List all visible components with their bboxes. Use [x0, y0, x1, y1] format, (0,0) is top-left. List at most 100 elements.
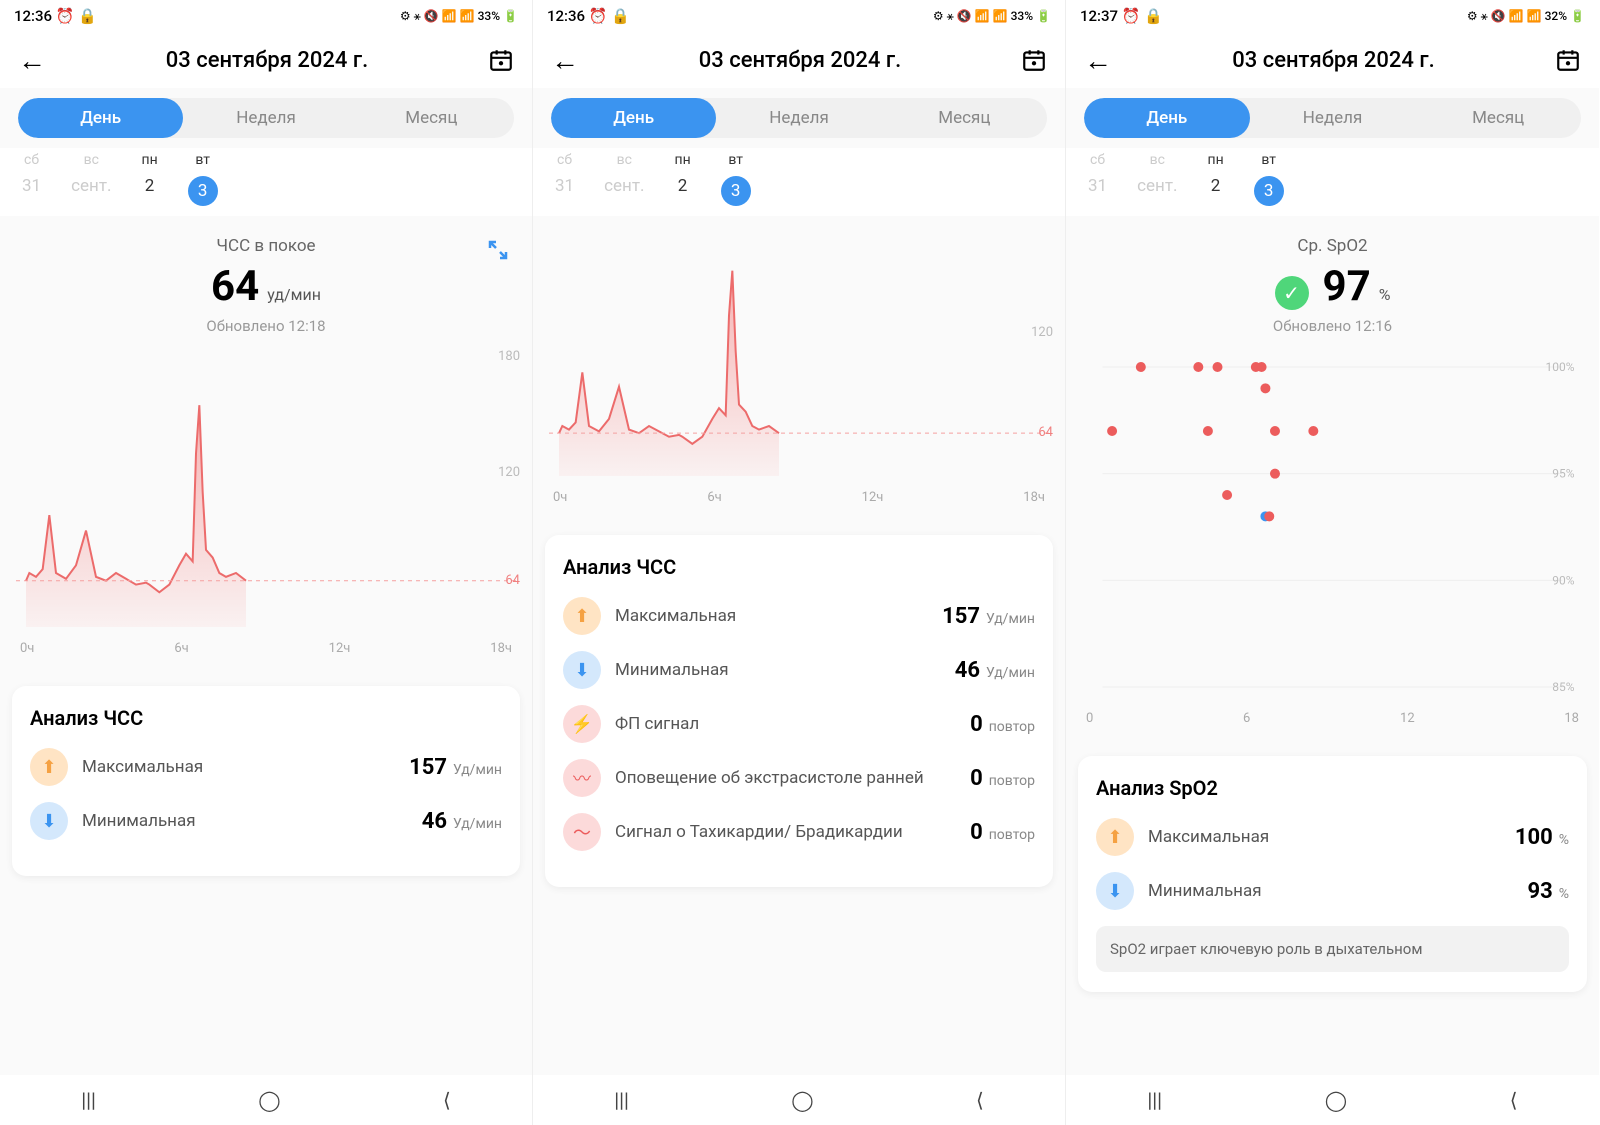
- nav-recent[interactable]: |||: [1147, 1088, 1162, 1112]
- period-tabs: ДеньНеделяМесяц: [551, 98, 1047, 138]
- min-icon: ⬇: [1096, 872, 1134, 910]
- tab-1[interactable]: Неделя: [183, 98, 348, 138]
- back-button[interactable]: ←: [1084, 44, 1112, 77]
- day-item[interactable]: вт3: [188, 152, 218, 206]
- system-navbar: ||| ◯ ⟨: [0, 1075, 532, 1125]
- max-icon: ⬆: [563, 597, 601, 635]
- row-value: 100: [1515, 825, 1553, 850]
- calendar-icon[interactable]: [1555, 47, 1581, 73]
- page-title: 03 сентября 2024 г.: [579, 48, 1021, 73]
- svg-text:95%: 95%: [1552, 467, 1574, 481]
- calendar-icon[interactable]: [1021, 47, 1047, 73]
- x-axis: 0ч6ч12ч18ч: [0, 637, 532, 668]
- y-tick-120: 120: [1031, 325, 1053, 340]
- row-label: Максимальная: [615, 606, 928, 626]
- hr-chart[interactable]: 64 120: [541, 216, 1057, 486]
- min-icon: ⬇: [30, 802, 68, 840]
- day-item[interactable]: вт3: [1254, 152, 1284, 206]
- day-item[interactable]: пн2: [674, 152, 690, 206]
- screen-2: 12:36 ⏰ 🔒 ⚙ ⚹ 🔇 📶 📶 33% 🔋 ← 03 сентября …: [533, 0, 1066, 1125]
- alert-icon: 〰: [563, 759, 601, 797]
- app-header: ← 03 сентября 2024 г.: [1066, 32, 1599, 88]
- day-item[interactable]: сб31: [22, 152, 41, 206]
- tab-0[interactable]: День: [1084, 98, 1250, 138]
- nav-back[interactable]: ⟨: [443, 1088, 451, 1112]
- y-tick-180: 180: [498, 349, 520, 364]
- day-item[interactable]: пн2: [1207, 152, 1223, 206]
- row-label: Минимальная: [1148, 881, 1513, 901]
- card-title: Анализ SpO2: [1096, 776, 1569, 800]
- summary-updated: Обновлено 12:18: [0, 317, 532, 335]
- status-icons: ⚙ ⚹ 🔇 📶 📶 33% 🔋: [400, 9, 518, 24]
- alert-icon: ⚡: [563, 705, 601, 743]
- row-label: Максимальная: [82, 757, 395, 777]
- tab-2[interactable]: Месяц: [1415, 98, 1581, 138]
- row-value: 46: [422, 809, 447, 834]
- tab-1[interactable]: Неделя: [1250, 98, 1416, 138]
- nav-back[interactable]: ⟨: [1510, 1088, 1518, 1112]
- tab-2[interactable]: Месяц: [882, 98, 1047, 138]
- status-icons: ⚙ ⚹ 🔇 📶 📶 32% 🔋: [1467, 9, 1585, 24]
- day-item[interactable]: сб31: [1088, 152, 1107, 206]
- tab-0[interactable]: День: [18, 98, 183, 138]
- nav-home[interactable]: ◯: [791, 1088, 813, 1112]
- day-picker: сб31 вссент. пн2 вт3: [533, 148, 1065, 216]
- min-icon: ⬇: [563, 651, 601, 689]
- status-time: 12:37 ⏰ 🔒: [1080, 7, 1163, 25]
- analysis-card: Анализ SpO2 ⬆ Максимальная 100% ⬇ Минима…: [1078, 756, 1587, 992]
- nav-recent[interactable]: |||: [81, 1088, 96, 1112]
- row-value: 157: [409, 755, 447, 780]
- back-button[interactable]: ←: [551, 44, 579, 77]
- nav-recent[interactable]: |||: [614, 1088, 629, 1112]
- day-item[interactable]: вт3: [721, 152, 751, 206]
- analysis-row: ⚡ ФП сигнал 0повтор: [563, 705, 1035, 743]
- max-icon: ⬆: [30, 748, 68, 786]
- summary-value: 97: [1323, 262, 1371, 311]
- period-tabs: ДеньНеделяМесяц: [18, 98, 514, 138]
- analysis-row: ⬆ Максимальная 157Уд/мин: [563, 597, 1035, 635]
- day-item[interactable]: вссент.: [1137, 152, 1177, 206]
- day-item[interactable]: вссент.: [71, 152, 111, 206]
- nav-home[interactable]: ◯: [1325, 1088, 1347, 1112]
- screen-3: 12:37 ⏰ 🔒 ⚙ ⚹ 🔇 📶 📶 32% 🔋 ← 03 сентября …: [1066, 0, 1599, 1125]
- analysis-row: 〰 Оповещение об экстрасистоле ранней 0по…: [563, 759, 1035, 797]
- day-item[interactable]: пн2: [141, 152, 157, 206]
- screen-1: 12:36 ⏰ 🔒 ⚙ ⚹ 🔇 📶 📶 33% 🔋 ← 03 сентября …: [0, 0, 533, 1125]
- system-navbar: ||| ◯ ⟨: [533, 1075, 1065, 1125]
- tab-1[interactable]: Неделя: [716, 98, 881, 138]
- day-item[interactable]: сб31: [555, 152, 574, 206]
- hr-chart[interactable]: 64 120 180: [8, 347, 524, 637]
- row-value: 0: [970, 766, 983, 791]
- row-value: 0: [970, 712, 983, 737]
- row-label: Минимальная: [615, 660, 941, 680]
- row-value: 93: [1527, 879, 1552, 904]
- info-text: SpO2 играет ключевую роль в дыхательном: [1096, 926, 1569, 972]
- max-icon: ⬆: [1096, 818, 1134, 856]
- analysis-card: Анализ ЧСС ⬆ Максимальная 157Уд/мин ⬇ Ми…: [12, 686, 520, 876]
- day-item[interactable]: вссент.: [604, 152, 644, 206]
- calendar-icon[interactable]: [488, 47, 514, 73]
- analysis-row: ⬇ Минимальная 46Уд/мин: [563, 651, 1035, 689]
- analysis-row: ⬇ Минимальная 46Уд/мин: [30, 802, 502, 840]
- analysis-row: ⬆ Максимальная 100%: [1096, 818, 1569, 856]
- nav-home[interactable]: ◯: [258, 1088, 280, 1112]
- svg-text:90%: 90%: [1552, 573, 1574, 587]
- spo2-chart[interactable]: 85%90%95%100%: [1074, 347, 1591, 707]
- tab-2[interactable]: Месяц: [349, 98, 514, 138]
- status-time: 12:36 ⏰ 🔒: [14, 7, 97, 25]
- row-value: 157: [942, 604, 980, 629]
- status-time: 12:36 ⏰ 🔒: [547, 7, 630, 25]
- summary-label: ЧСС в покое: [0, 236, 532, 256]
- row-label: Оповещение об экстрасистоле ранней: [615, 768, 956, 788]
- expand-icon[interactable]: [486, 238, 510, 262]
- row-label: Максимальная: [1148, 827, 1501, 847]
- row-label: Минимальная: [82, 811, 408, 831]
- nav-back[interactable]: ⟨: [976, 1088, 984, 1112]
- back-button[interactable]: ←: [18, 44, 46, 77]
- analysis-row: 〜 Сигнал о Тахикардии/ Брадикардии 0повт…: [563, 813, 1035, 851]
- day-picker: сб31 вссент. пн2 вт3: [0, 148, 532, 216]
- status-bar: 12:36 ⏰ 🔒 ⚙ ⚹ 🔇 📶 📶 33% 🔋: [0, 0, 532, 32]
- day-picker: сб31 вссент. пн2 вт3: [1066, 148, 1599, 216]
- x-axis: 0ч6ч12ч18ч: [533, 486, 1065, 517]
- tab-0[interactable]: День: [551, 98, 716, 138]
